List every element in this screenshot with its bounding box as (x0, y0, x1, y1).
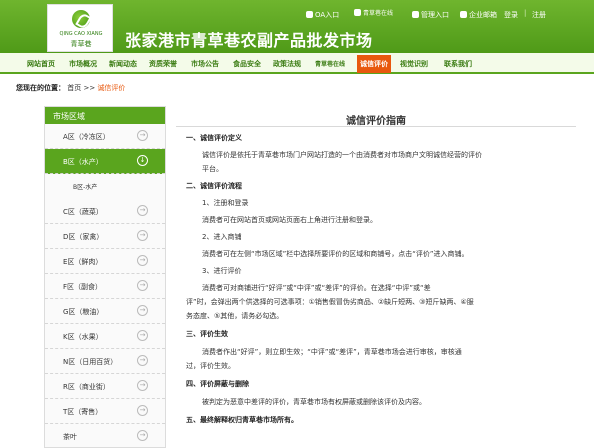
sidebar-item-f[interactable]: F区（副食） → (45, 274, 165, 299)
login-link[interactable]: 登录 (504, 10, 518, 20)
mail-icon (460, 11, 467, 18)
sidebar-item-label: D区（家禽） (63, 233, 104, 241)
sidebar-item-label: B区（水产） (63, 158, 103, 166)
sidebar: 市场区域 A区（冷冻区） → B区（水产） ↓ B区-水产 C区（蔬菜） → D… (44, 106, 166, 448)
paragraph: 消费者作出“好评”，则立即生效；“中评”或“差评”，青草巷市场会进行审核，审核通 (202, 348, 462, 356)
site-header: QING CAO XIANG 青草巷 张家港市青草巷农副产品批发市场 OA入口 … (0, 0, 594, 53)
arrow-right-icon: → (137, 330, 148, 341)
arrow-right-icon: → (137, 130, 148, 141)
sidebar-item-label: T区（寄售） (63, 408, 103, 416)
online-link[interactable]: 青草巷在线 (354, 8, 393, 17)
sidebar-item-label: 茶叶 (63, 433, 77, 441)
sidebar-item-label: N区（日用百货） (63, 358, 118, 366)
sidebar-item-b[interactable]: B区（水产） ↓ (45, 149, 165, 174)
top-links: OA入口 青草巷在线 管理入口 企业邮箱 登录 | 注册 (302, 8, 594, 24)
sidebar-item-d[interactable]: D区（家禽） → (45, 224, 165, 249)
shop-icon (354, 9, 361, 16)
sidebar-item-label: R区（商业街） (63, 383, 110, 391)
arrow-right-icon: → (137, 355, 148, 366)
arrow-down-icon: ↓ (137, 155, 148, 166)
oa-link[interactable]: OA入口 (306, 10, 339, 20)
sidebar-subitem-label: B区-水产 (73, 184, 98, 191)
nav-notice[interactable]: 市场公告 (191, 59, 219, 69)
sidebar-item-k[interactable]: K区（水果） → (45, 324, 165, 349)
sidebar-item-label: K区（水果） (63, 333, 103, 341)
nav-online[interactable]: 青草巷在线 (315, 59, 345, 68)
nav-credit[interactable]: 诚信评价 (357, 55, 391, 73)
paragraph: 务态度、⑤其他，请务必勾选。 (186, 312, 284, 320)
arrow-right-icon: → (137, 380, 148, 391)
sidebar-item-a[interactable]: A区（冷冻区） → (45, 124, 165, 149)
paragraph: 消费者可在网站首页或网站页面右上角进行注册和登录。 (202, 216, 377, 224)
breadcrumb-current: 诚信评价 (97, 84, 126, 92)
register-link[interactable]: 注册 (532, 10, 546, 20)
sidebar-item-e[interactable]: E区（鲜肉） → (45, 249, 165, 274)
title-divider (176, 126, 576, 127)
section-heading: 四、评价屏蔽与删除 (186, 380, 249, 388)
sidebar-item-tea[interactable]: 茶叶 → (45, 424, 165, 448)
article-title: 诚信评价指南 (346, 116, 406, 127)
sidebar-item-label: E区（鲜肉） (63, 258, 103, 266)
arrow-right-icon: → (137, 305, 148, 316)
arrow-right-icon: → (137, 280, 148, 291)
paragraph: 过，评价生效。 (186, 362, 235, 370)
sidebar-item-t[interactable]: T区（寄售） → (45, 399, 165, 424)
nav-home[interactable]: 网站首页 (27, 59, 55, 69)
paragraph: 消费者可对商铺进行“好评”或“中评”或“差评”的评价。在选择“中评”或“差 (202, 284, 431, 292)
sidebar-item-c[interactable]: C区（蔬菜） → (45, 199, 165, 224)
arrow-right-icon: → (137, 405, 148, 416)
site-title: 张家港市青草巷农副产品批发市场 (125, 31, 373, 50)
paragraph: 被判定为恶意中差评的评价，青草巷市场有权屏蔽或删除该评价及内容。 (202, 398, 426, 406)
section-heading: 二、诚信评价流程 (186, 182, 242, 190)
breadcrumb: 您现在的位置： 首页 >> 诚信评价 (16, 83, 125, 93)
logo-english-text: QING CAO XIANG (59, 31, 103, 37)
arrow-right-icon: → (137, 255, 148, 266)
step-label: 1、注册和登录 (202, 199, 249, 207)
paragraph: 消费者可在左侧“市场区域”栏中选择所要评价的区域和商铺号，点击“评价”进入商铺。 (202, 250, 469, 258)
step-label: 2、进入商铺 (202, 233, 242, 241)
sidebar-item-n[interactable]: N区（日用百货） → (45, 349, 165, 374)
sidebar-item-g[interactable]: G区（粮油） → (45, 299, 165, 324)
main-nav: 网站首页 市场概况 新闻动态 资质荣誉 市场公告 食品安全 政策法规 青草巷在线… (0, 53, 594, 74)
section-heading: 三、评价生效 (186, 330, 228, 338)
sidebar-item-label: C区（蔬菜） (63, 208, 103, 216)
sidebar-subitem-b[interactable]: B区-水产 (45, 174, 165, 199)
link-separator: | (524, 9, 527, 17)
nav-honors[interactable]: 资质荣誉 (149, 59, 177, 69)
breadcrumb-separator: >> (83, 84, 96, 92)
breadcrumb-prefix: 您现在的位置： (16, 84, 65, 92)
sidebar-item-label: A区（冷冻区） (63, 133, 110, 141)
section-heading: 五、最终解释权归青草巷市场所有。 (186, 416, 298, 424)
email-link[interactable]: 企业邮箱 (460, 10, 497, 20)
paragraph: 诚信评价是依托于青草巷市场门户网站打造的一个由消费者对市场商户文明诚信经营的评价 (202, 151, 482, 159)
arrow-right-icon: → (137, 205, 148, 216)
sidebar-item-label: G区（粮油） (63, 308, 104, 316)
arrow-right-icon: → (137, 430, 148, 441)
article: 诚信评价指南 一、诚信评价定义 诚信评价是依托于青草巷市场门户网站打造的一个由消… (176, 96, 594, 448)
logo-chinese-text: 青草巷 (70, 40, 92, 48)
breadcrumb-home[interactable]: 首页 (67, 84, 81, 92)
sidebar-item-r[interactable]: R区（商业街） → (45, 374, 165, 399)
step-label: 3、进行评价 (202, 267, 242, 275)
section-heading: 一、诚信评价定义 (186, 134, 242, 142)
sidebar-item-label: F区（副食） (63, 283, 103, 291)
arrow-right-icon: → (137, 230, 148, 241)
paragraph: 评”时，会弹出两个供选择的可选事项：①销售假冒伪劣商品、②缺斤短两、③短斤缺两、… (186, 298, 474, 306)
admin-icon (412, 11, 419, 18)
leaf-logo-icon (72, 10, 90, 28)
paragraph: 平台。 (202, 165, 223, 173)
nav-policy[interactable]: 政策法规 (273, 59, 301, 69)
sidebar-title: 市场区域 (45, 107, 165, 124)
site-logo[interactable]: QING CAO XIANG 青草巷 (47, 4, 113, 52)
nav-visual[interactable]: 视觉识别 (400, 59, 428, 69)
nav-food-safety[interactable]: 食品安全 (233, 59, 261, 69)
admin-link[interactable]: 管理入口 (412, 10, 449, 20)
nav-contact[interactable]: 联系我们 (444, 59, 472, 69)
nav-news[interactable]: 新闻动态 (109, 59, 137, 69)
oa-icon (306, 11, 313, 18)
nav-overview[interactable]: 市场概况 (69, 59, 97, 69)
